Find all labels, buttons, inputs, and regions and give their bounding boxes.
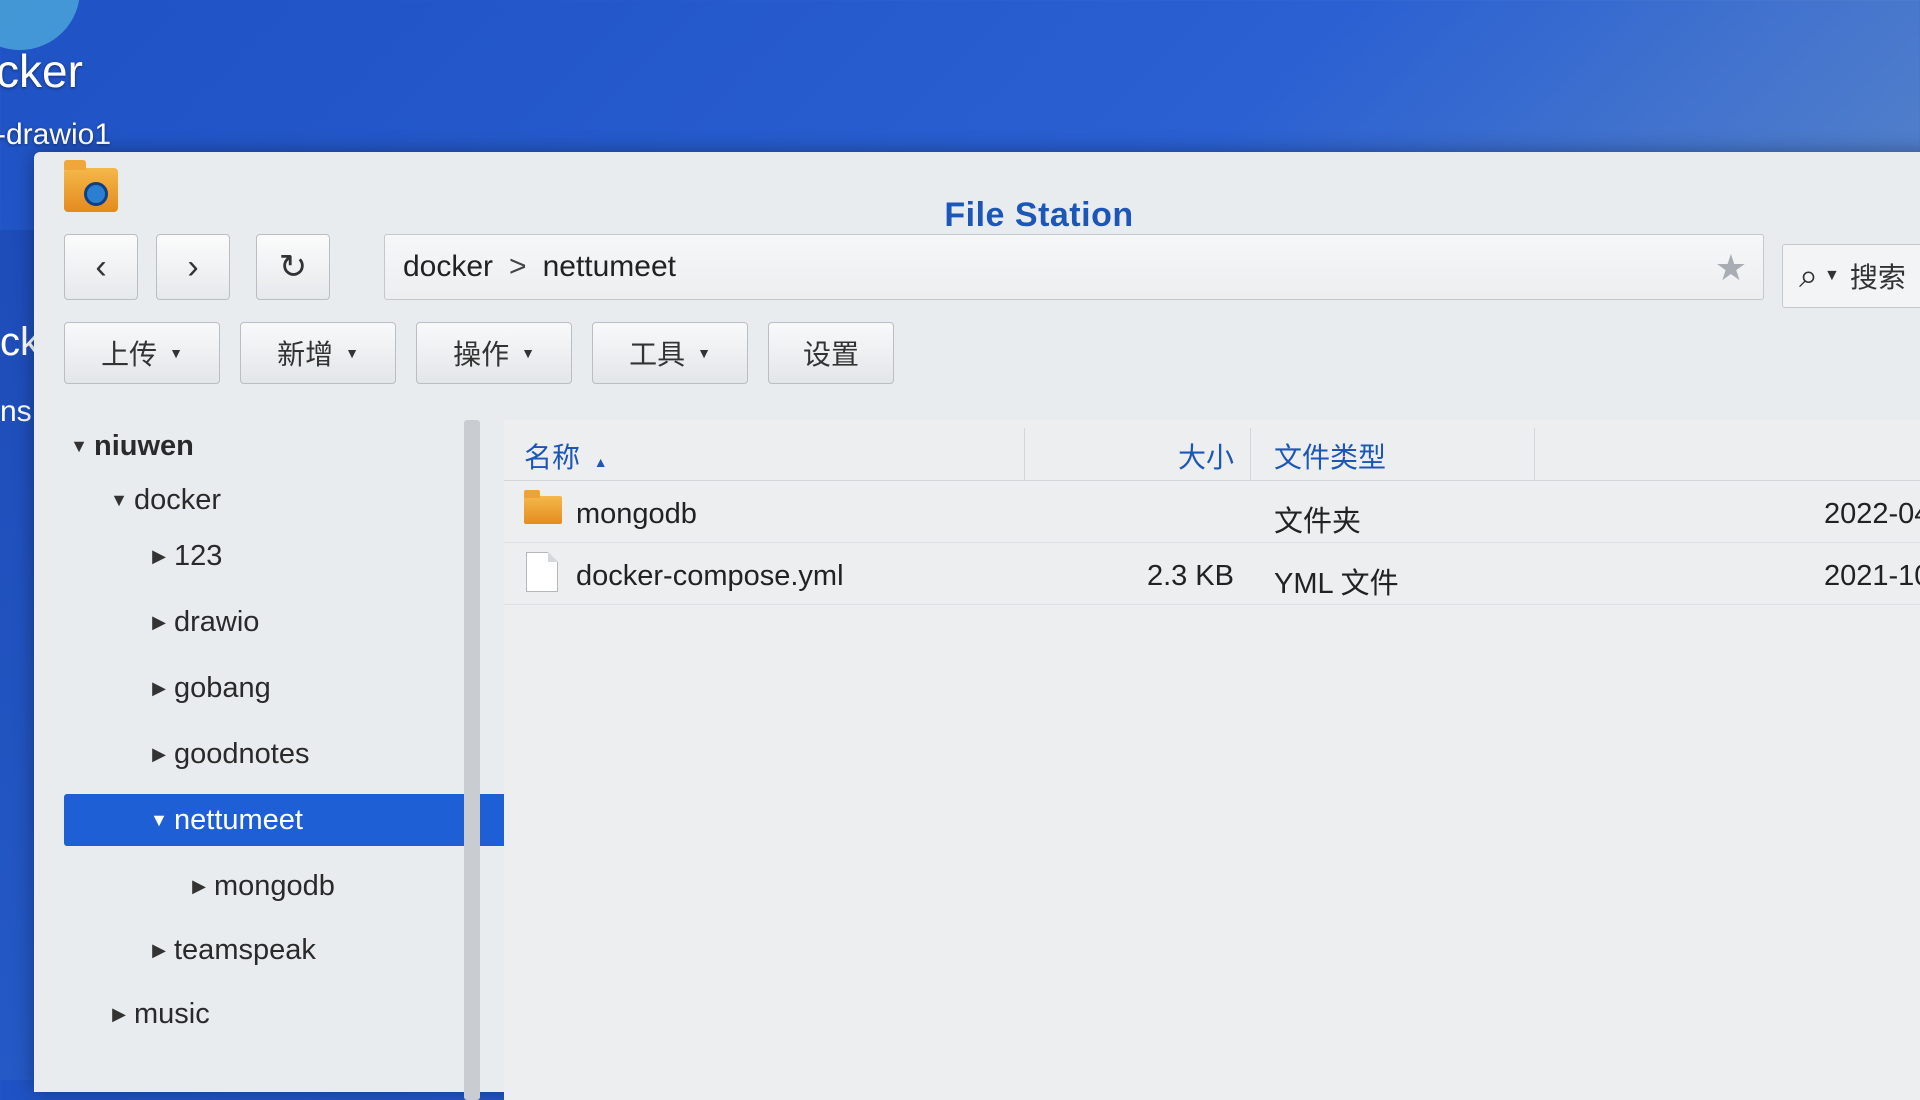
title-bar[interactable]: File Station: [34, 152, 1920, 234]
column-name-label: 名称: [524, 442, 581, 473]
tree-item-teamspeak[interactable]: ▶ teamspeak: [64, 924, 564, 976]
search-placeholder: 搜索: [1849, 262, 1906, 293]
tree-item-label: teamspeak: [174, 933, 316, 966]
search-icon: ⌕: [1799, 256, 1819, 295]
tree-item-label: nettumeet: [174, 803, 303, 836]
chevron-right-icon[interactable]: ▶: [144, 940, 174, 961]
desktop-icon-label[interactable]: cker: [0, 44, 83, 98]
file-type: 文件夹: [1274, 506, 1362, 538]
tree-item-goodnotes[interactable]: ▶ goodnotes: [64, 728, 564, 780]
column-divider[interactable]: [1534, 428, 1535, 480]
breadcrumb-docker[interactable]: docker: [403, 250, 493, 284]
desktop-fragment-1: ck: [0, 320, 40, 364]
chevron-right-icon[interactable]: ▶: [144, 546, 174, 567]
create-label: 新增: [277, 339, 334, 370]
column-divider[interactable]: [1250, 428, 1251, 480]
create-button[interactable]: 新增 ▼: [240, 322, 396, 384]
tree-item-drawio[interactable]: ▶ drawio: [64, 596, 564, 648]
settings-button[interactable]: 设置: [768, 322, 894, 384]
settings-label: 设置: [802, 339, 859, 370]
tree-item-label: mongodb: [214, 869, 335, 902]
file-modified: 2021-10: [1824, 560, 1920, 592]
file-size: 2.3 KB: [1146, 560, 1234, 592]
tools-label: 工具: [629, 339, 686, 370]
tools-button[interactable]: 工具 ▼: [592, 322, 748, 384]
docker-whale-icon[interactable]: [0, 0, 80, 50]
chevron-down-icon: ▼: [521, 345, 535, 361]
tree-item-label: docker: [134, 483, 222, 516]
path-bar[interactable]: docker > nettumeet ★: [384, 234, 1764, 300]
tree-item-label: drawio: [174, 605, 260, 638]
file-name: mongodb: [576, 498, 697, 530]
sort-ascending-icon: ▲: [593, 454, 608, 470]
tree-item-label: music: [134, 997, 210, 1030]
chevron-down-icon[interactable]: ▼: [144, 810, 174, 831]
tree-item-123[interactable]: ▶ 123: [64, 530, 564, 582]
breadcrumb-nettumeet[interactable]: nettumeet: [543, 250, 676, 284]
chevron-right-icon: ›: [187, 247, 199, 286]
window-title: File Station: [944, 196, 1134, 234]
tree-item-niuwen[interactable]: ▼ niuwen: [64, 420, 484, 472]
file-station-window: File Station ‹ › ↻ docker > nettumeet ★ …: [34, 152, 1920, 1100]
chevron-right-icon[interactable]: ▶: [184, 876, 214, 897]
refresh-button[interactable]: ↻: [256, 234, 330, 300]
tree-item-label: 123: [174, 539, 223, 572]
action-label: 操作: [453, 339, 510, 370]
column-name[interactable]: 名称 ▲: [524, 436, 608, 476]
star-icon[interactable]: ★: [1715, 247, 1747, 289]
table-row[interactable]: docker-compose.yml 2.3 KB YML 文件 2021-10: [504, 544, 1920, 605]
upload-label: 上传: [101, 339, 158, 370]
action-button[interactable]: 操作 ▼: [416, 322, 572, 384]
tree-item-nettumeet[interactable]: ▼ nettumeet: [64, 794, 524, 846]
folder-icon: [524, 490, 562, 524]
desktop-icon-sub-label[interactable]: -drawio1: [0, 118, 111, 152]
tree-item-gobang[interactable]: ▶ gobang: [64, 662, 564, 714]
breadcrumb-separator: >: [509, 250, 527, 283]
tree-item-label: goodnotes: [174, 737, 310, 770]
chevron-down-icon[interactable]: ▼: [64, 436, 94, 457]
column-divider[interactable]: [1024, 428, 1025, 480]
chevron-right-icon[interactable]: ▶: [104, 1004, 134, 1025]
chevron-left-icon: ‹: [95, 247, 107, 286]
chevron-down-icon[interactable]: ▼: [1824, 267, 1840, 285]
folder-tree: ▼ niuwen ▼ docker ▶ 123 ▶ drawio ▶ goban…: [64, 420, 524, 1100]
search-input[interactable]: ⌕ ▼ 搜索: [1782, 244, 1920, 308]
file-name: docker-compose.yml: [576, 560, 844, 592]
tree-item-docker[interactable]: ▼ docker: [64, 474, 524, 526]
file-modified: 2022-04: [1824, 498, 1920, 530]
back-button[interactable]: ‹: [64, 234, 138, 300]
desktop-fragment-2: ns: [0, 395, 32, 428]
column-size[interactable]: 大小: [1124, 436, 1234, 476]
tree-item-music[interactable]: ▶ music: [64, 988, 524, 1040]
file-list: 名称 ▲ 大小 文件类型 mongodb 文件夹 2022-04 docker-…: [504, 420, 1920, 1100]
column-type[interactable]: 文件类型: [1274, 436, 1386, 476]
file-icon: [526, 552, 558, 592]
table-row[interactable]: mongodb 文件夹 2022-04: [504, 482, 1920, 543]
navigation-bar: ‹ › ↻ docker > nettumeet ★ ⌕ ▼ 搜索: [64, 234, 1920, 308]
chevron-right-icon[interactable]: ▶: [144, 744, 174, 765]
chevron-down-icon: ▼: [169, 345, 183, 361]
chevron-down-icon: ▼: [345, 345, 359, 361]
chevron-right-icon[interactable]: ▶: [144, 678, 174, 699]
desktop-side-strip: ck ns: [0, 230, 40, 1080]
column-header-row: 名称 ▲ 大小 文件类型: [504, 420, 1920, 481]
sidebar-scrollbar[interactable]: [464, 420, 480, 1100]
upload-button[interactable]: 上传 ▼: [64, 322, 220, 384]
tree-item-label: niuwen: [94, 429, 194, 462]
chevron-down-icon: ▼: [697, 345, 711, 361]
chevron-right-icon[interactable]: ▶: [144, 612, 174, 633]
refresh-icon: ↻: [278, 248, 308, 286]
tree-item-label: gobang: [174, 671, 271, 704]
chevron-down-icon[interactable]: ▼: [104, 490, 134, 511]
forward-button[interactable]: ›: [156, 234, 230, 300]
file-type: YML 文件: [1274, 568, 1399, 600]
